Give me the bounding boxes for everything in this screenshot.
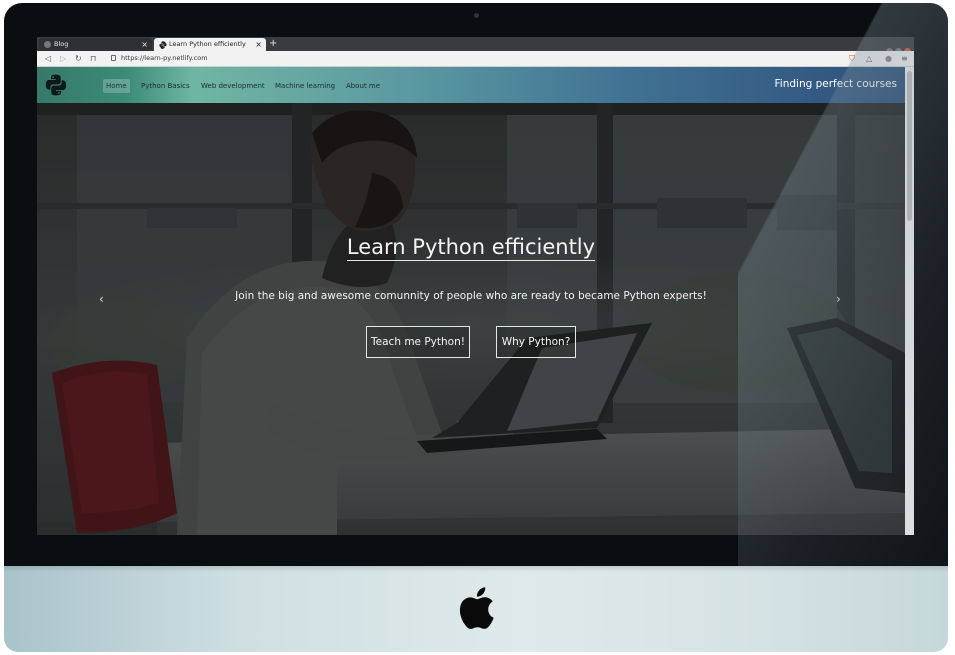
carousel-prev-icon[interactable]: ‹ <box>99 292 104 306</box>
hero-carousel: Learn Python efficiently Join the big an… <box>37 103 905 535</box>
hero-title: Learn Python efficiently <box>37 235 905 261</box>
globe-icon <box>44 41 51 48</box>
nav-machine-learning[interactable]: Machine learning <box>272 79 338 93</box>
menu-icon[interactable]: ≡ <box>901 53 908 64</box>
web-page: Home Python Basics Web development Machi… <box>37 67 905 535</box>
hero-title-text: Learn Python efficiently <box>346 235 596 261</box>
lock-icon <box>111 55 116 61</box>
teach-me-python-button[interactable]: Teach me Python! <box>366 326 470 358</box>
address-bar: ◁ ▷ ↻ ⊓ https://learn-py.netlify.com ⛉ △… <box>37 51 914 67</box>
close-tab-icon[interactable]: × <box>255 38 262 51</box>
tab-blog[interactable]: Blog × <box>39 38 152 51</box>
site-navbar: Home Python Basics Web development Machi… <box>37 67 905 103</box>
hero-overlay <box>37 103 905 535</box>
camera-dot <box>474 13 479 18</box>
apple-logo-icon <box>459 587 494 629</box>
python-logo-icon[interactable] <box>45 74 67 96</box>
close-tab-icon[interactable]: × <box>141 38 148 51</box>
page-scrollbar[interactable] <box>905 67 914 535</box>
scrollbar-thumb[interactable] <box>907 71 912 221</box>
carousel-next-icon[interactable]: › <box>836 292 841 306</box>
back-icon[interactable]: ◁ <box>45 53 51 64</box>
tab-bar: Blog × Learn Python efficiently × + <box>37 37 914 55</box>
rewards-icon[interactable]: △ <box>866 53 872 64</box>
tab-learn-python[interactable]: Learn Python efficiently × <box>154 38 266 51</box>
forward-icon[interactable]: ▷ <box>60 53 66 64</box>
tab-label: Learn Python efficiently <box>169 40 246 48</box>
nav-about-me[interactable]: About me <box>343 79 383 93</box>
imac-mockup: Blog × Learn Python efficiently × + ◁ ▷ … <box>4 3 948 652</box>
shield-icon[interactable]: ⛉ <box>849 53 855 64</box>
hero-subtitle: Join the big and awesome comunnity of pe… <box>235 290 707 302</box>
profile-icon[interactable]: ● <box>885 53 892 64</box>
url-text[interactable]: https://learn-py.netlify.com <box>121 51 208 66</box>
reload-icon[interactable]: ↻ <box>75 53 82 64</box>
python-icon <box>159 41 167 49</box>
bookmark-icon[interactable]: ⊓ <box>90 53 96 64</box>
site-tagline: Finding perfect courses <box>774 78 897 90</box>
why-python-button[interactable]: Why Python? <box>496 326 576 358</box>
nav-home[interactable]: Home <box>103 79 130 93</box>
nav-python-basics[interactable]: Python Basics <box>138 79 193 93</box>
monitor-bezel: Blog × Learn Python efficiently × + ◁ ▷ … <box>4 3 948 566</box>
nav-web-development[interactable]: Web development <box>198 79 268 93</box>
tab-label: Blog <box>54 40 69 48</box>
new-tab-button[interactable]: + <box>269 37 277 51</box>
browser-window: Blog × Learn Python efficiently × + ◁ ▷ … <box>37 37 914 535</box>
